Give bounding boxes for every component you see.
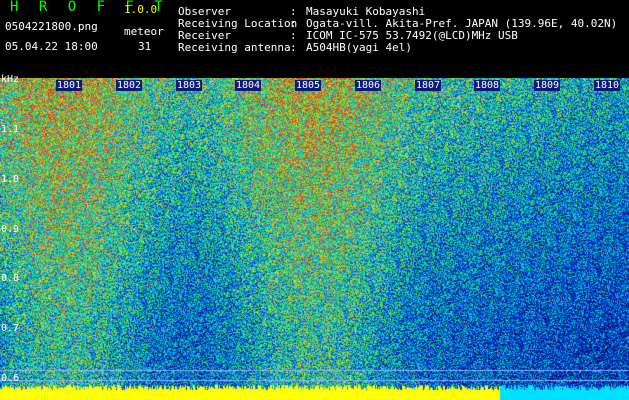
y-tick: 0.6	[1, 373, 20, 384]
y-tick: 0.7	[1, 323, 20, 334]
x-tick: 1806	[355, 80, 382, 91]
y-tick: 0.8	[1, 273, 20, 284]
meteor-count: 31	[138, 40, 152, 53]
meta-key-antenna: Receiving antenna	[178, 41, 291, 54]
x-tick: 1805	[295, 80, 322, 91]
x-tick: 1807	[415, 80, 442, 91]
x-tick: 1802	[116, 80, 143, 91]
x-tick: 1801	[56, 80, 83, 91]
y-tick: 1.1	[1, 124, 20, 135]
filename: 0504221800.png	[5, 20, 98, 33]
y-tick: 1.0	[1, 174, 20, 185]
x-tick: 1810	[594, 80, 621, 91]
x-tick: 1809	[534, 80, 561, 91]
mode-label: meteor	[124, 25, 164, 38]
x-tick: 1808	[474, 80, 501, 91]
x-tick: 1804	[235, 80, 262, 91]
y-tick: 0.9	[1, 224, 20, 235]
spectrogram-canvas	[0, 78, 629, 400]
meta-value-antenna: A504HB(yagi 4el)	[306, 41, 412, 54]
app-version: 1.0.0	[124, 3, 158, 16]
meta-sep: :	[290, 41, 297, 54]
y-axis-unit: kHz	[1, 74, 20, 85]
datetime: 05.04.22 18:00	[5, 40, 98, 53]
x-tick: 1803	[176, 80, 203, 91]
